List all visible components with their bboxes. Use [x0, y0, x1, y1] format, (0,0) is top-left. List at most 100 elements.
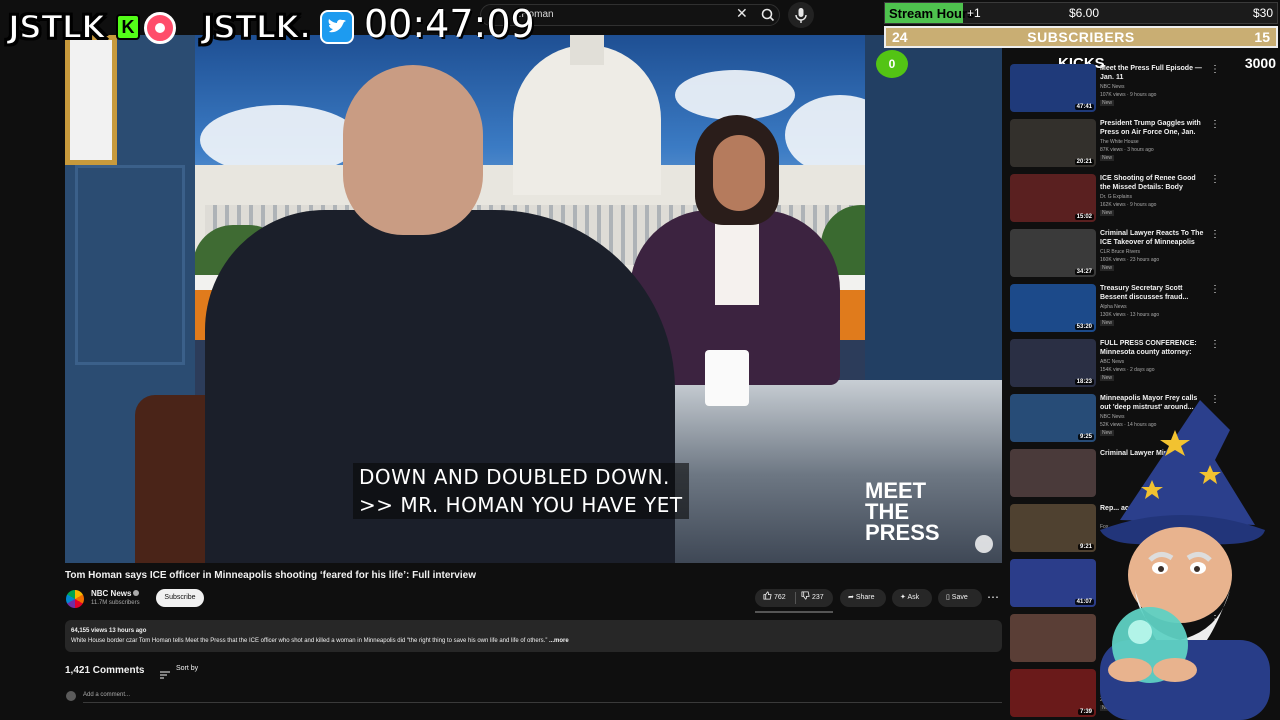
video-cloud [675, 70, 795, 120]
save-button[interactable]: ▯ Save [938, 589, 982, 607]
subscribers-label: SUBSCRIBERS [1027, 29, 1135, 45]
recommended-video-stats: 160K views · 23 hours ago [1100, 257, 1160, 263]
recommended-video[interactable]: 20:21 President Trump Gaggles with Press … [1010, 119, 1220, 171]
sort-button[interactable]: Sort by [176, 665, 198, 672]
video-thumbnail[interactable]: 47:41 [1010, 64, 1096, 112]
kick-icon: K [116, 14, 140, 40]
channel-name-text[interactable]: NBC News [91, 589, 131, 598]
video-guest-head [343, 65, 483, 235]
recommended-video-channel[interactable]: The White House [1100, 139, 1139, 145]
recommended-video-channel[interactable]: Alpha News [1100, 304, 1127, 310]
ask-label: Ask [907, 594, 920, 601]
subscribe-button[interactable]: Subscribe [156, 589, 204, 607]
new-badge: New [1100, 155, 1115, 161]
kebab-menu-icon[interactable]: ⋮ [1210, 119, 1220, 130]
recommended-video-stats: 87K views · 3 hours ago [1100, 147, 1154, 153]
recommended-video-channel[interactable]: ABC News [1100, 359, 1124, 365]
video-captions: DOWN AND DOUBLED DOWN. >> MR. HOMAN YOU … [353, 463, 689, 519]
comment-input-underline [83, 702, 1002, 703]
brand-logo-text: JSTLK [7, 7, 107, 47]
video-duration: 18:23 [1074, 379, 1094, 385]
dislike-button[interactable]: 237 [801, 589, 824, 607]
video-thumbnail[interactable]: 53:20 [1010, 284, 1096, 332]
recommended-video-title[interactable]: President Trump Gaggles with Press on Ai… [1100, 119, 1204, 137]
caption-line: DOWN AND DOUBLED DOWN. [359, 465, 670, 489]
recommended-video[interactable]: 15:02 ICE Shooting of Renee Good the Miss… [1010, 174, 1220, 226]
kebab-menu-icon[interactable]: ⋮ [1210, 229, 1220, 240]
record-icon [144, 12, 176, 44]
video-duration: 20:21 [1074, 159, 1094, 165]
goal-current-value: $6.00 [1069, 6, 1100, 20]
caption-line: >> MR. HOMAN YOU HAVE YET [359, 493, 683, 517]
channel-subscriber-count: 11.7M subscribers [91, 600, 140, 606]
video-thumbnail[interactable]: 18:23 [1010, 339, 1096, 387]
recommended-video-stats: 162K views · 9 hours ago [1100, 202, 1157, 208]
kicks-current: 0 [876, 50, 908, 78]
video-thumbnail[interactable]: 15:02 [1010, 174, 1096, 222]
video-capitol-dome [513, 45, 661, 195]
recommended-video-channel[interactable]: CLR Bruce Rivers [1100, 249, 1140, 255]
video-anchor-face [713, 135, 765, 211]
sort-icon[interactable] [160, 666, 170, 679]
recommended-video[interactable]: 34:27 Criminal Lawyer Reacts To The ICE T… [1010, 229, 1220, 281]
share-label: Share [855, 594, 875, 601]
recommended-video-stats: 107K views · 9 hours ago [1100, 92, 1157, 98]
wizard-mascot [1080, 400, 1280, 720]
recommended-video-channel[interactable]: Dr. G Explains [1100, 194, 1132, 200]
recommended-video[interactable]: 18:23 FULL PRESS CONFERENCE: Minnesota co… [1010, 339, 1220, 391]
like-count: 762 [773, 594, 786, 601]
recommended-video-title[interactable]: ICE Shooting of Renee Good the Missed De… [1100, 174, 1204, 192]
dislike-count: 237 [811, 594, 824, 601]
like-ratio-bar [755, 611, 833, 613]
recommended-video-stats: 154K views · 2 days ago [1100, 367, 1155, 373]
kebab-menu-icon[interactable]: ⋮ [1210, 64, 1220, 75]
new-badge: New [1100, 375, 1115, 381]
recommended-video[interactable]: 53:20 Treasury Secretary Scott Bessent di… [1010, 284, 1220, 336]
kebab-menu-icon[interactable]: ⋮ [1210, 284, 1220, 295]
new-badge: New [1100, 320, 1115, 326]
new-badge: New [1100, 100, 1115, 106]
comments-count: 1,421 Comments [65, 665, 145, 676]
description-box[interactable]: 64,155 views 13 hours ago White House bo… [65, 620, 1002, 652]
kebab-menu-icon[interactable]: ⋮ [1210, 339, 1220, 350]
video-wall-frame [65, 35, 117, 165]
new-badge: New [1100, 210, 1115, 216]
recommended-video-title[interactable]: Treasury Secretary Scott Bessent discuss… [1100, 284, 1204, 302]
video-player[interactable]: MEET THE PRESS DOWN AND DOUBLED DOWN. >>… [65, 35, 1002, 563]
search-icon[interactable] [756, 4, 780, 26]
video-capitol-dome-top [570, 35, 604, 65]
stream-hours-goal-bar: Stream Hours +1 $6.00 $30 [884, 2, 1278, 24]
share-button[interactable]: ➦ Share [840, 589, 886, 607]
video-mug [705, 350, 749, 406]
recommended-video-title[interactable]: Criminal Lawyer Reacts To The ICE Takeov… [1100, 229, 1204, 247]
recommended-video-stats: 130K views · 13 hours ago [1100, 312, 1160, 318]
video-anchor-shirt [715, 215, 759, 305]
description-text: White House border czar Tom Homan tells … [71, 638, 569, 644]
video-thumbnail[interactable]: 34:27 [1010, 229, 1096, 277]
thumbs-up-icon [763, 591, 772, 600]
channel-name[interactable]: NBC News [91, 589, 140, 598]
ask-button[interactable]: ✦ Ask [892, 589, 932, 607]
recommended-video-title[interactable]: FULL PRESS CONFERENCE: Minnesota county … [1100, 339, 1204, 357]
video-duration: 15:02 [1074, 214, 1094, 220]
goal-max-value: $30 [1252, 6, 1273, 20]
verified-icon [133, 590, 140, 596]
stream-timer: 00:47:09 [364, 2, 535, 46]
channel-avatar[interactable] [66, 590, 84, 608]
microphone-icon[interactable] [788, 2, 814, 28]
more-options-icon[interactable]: ⋯ [986, 589, 1000, 607]
recommended-video-title[interactable]: Meet the Press Full Episode — Jan. 11 [1100, 64, 1204, 82]
video-title: Tom Homan says ICE officer in Minneapoli… [65, 570, 476, 581]
kebab-menu-icon[interactable]: ⋮ [1210, 174, 1220, 185]
brand-logo-text: JSTLK. [201, 7, 312, 47]
close-icon[interactable]: ✕ [736, 6, 748, 20]
like-button[interactable]: 762 [763, 589, 786, 607]
recommended-video[interactable]: 47:41 Meet the Press Full Episode — Jan. … [1010, 64, 1220, 116]
show-logo: MEET THE PRESS [865, 478, 940, 545]
add-comment-input[interactable]: Add a comment... [83, 692, 130, 698]
recommended-video-channel[interactable]: NBC News [1100, 84, 1124, 90]
description-more-link[interactable]: ...more [547, 638, 569, 644]
subscribers-goal: 15 [1254, 29, 1270, 45]
video-thumbnail[interactable]: 20:21 [1010, 119, 1096, 167]
user-avatar [66, 691, 76, 701]
